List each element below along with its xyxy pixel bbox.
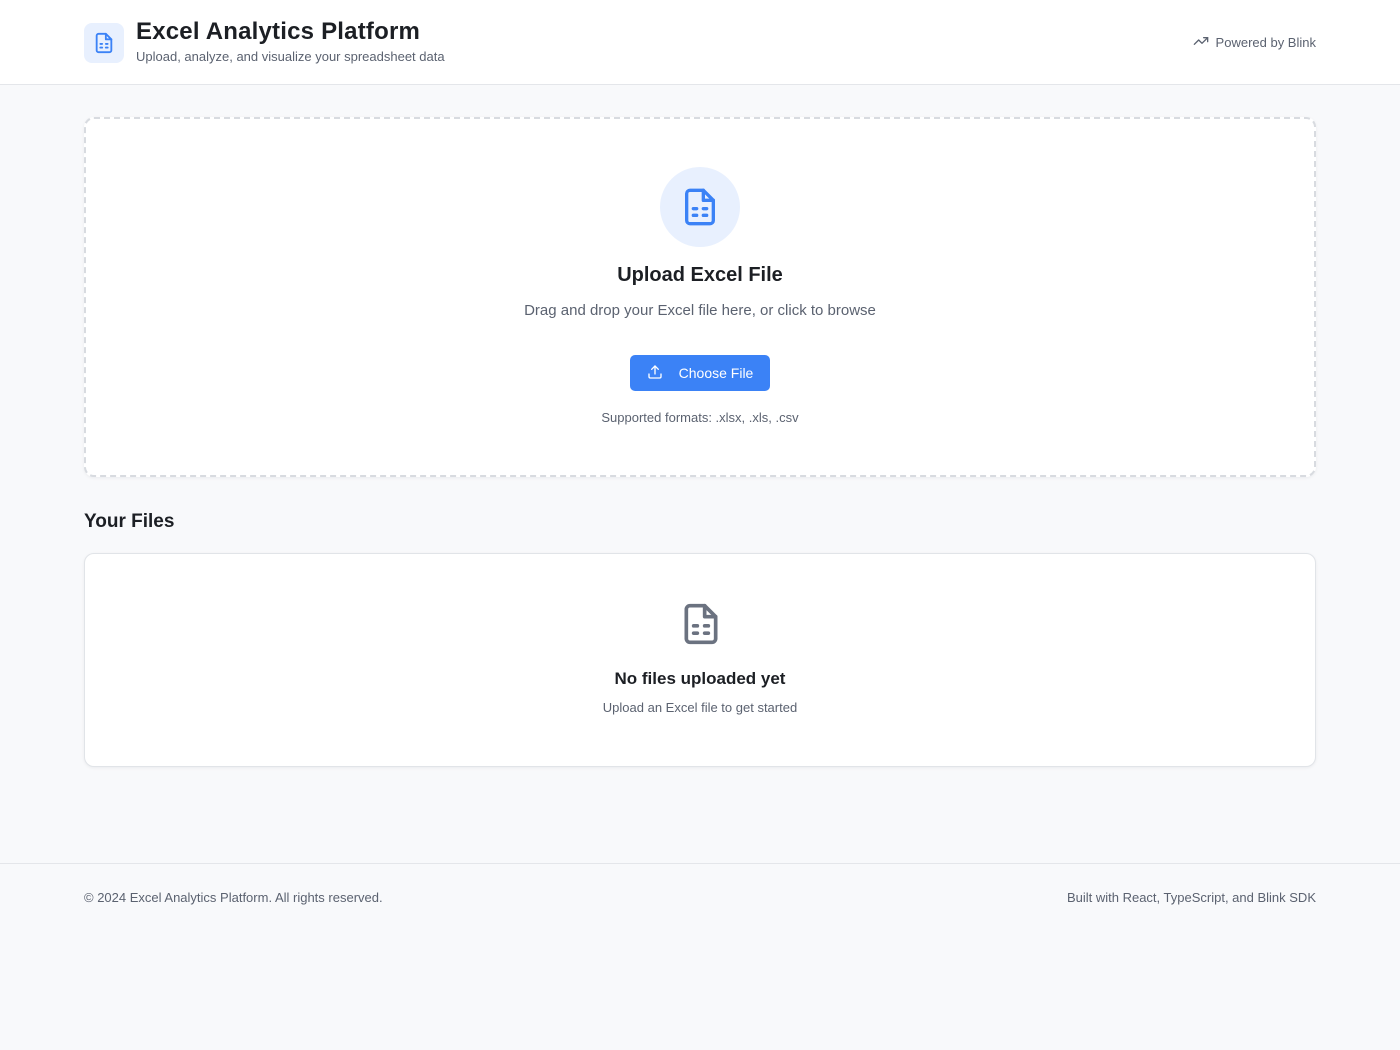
app-subtitle: Upload, analyze, and visualize your spre… bbox=[136, 49, 445, 64]
empty-state-description: Upload an Excel file to get started bbox=[602, 700, 798, 715]
powered-by[interactable]: Powered by Blink bbox=[1193, 33, 1316, 52]
files-heading: Your Files bbox=[84, 511, 175, 532]
spreadsheet-file-icon bbox=[660, 167, 740, 247]
app-title: Excel Analytics Platform bbox=[136, 18, 421, 45]
upload-title: Upload Excel File bbox=[617, 264, 783, 286]
footer-built-with: Built with React, TypeScript, and Blink … bbox=[1066, 890, 1316, 905]
app-header: Excel Analytics Platform Upload, analyze… bbox=[0, 0, 1400, 85]
trending-up-icon bbox=[1193, 33, 1216, 52]
brand-text: Excel Analytics Platform Upload, analyze… bbox=[136, 18, 445, 67]
upload-description: Drag and drop your Excel file here, or c… bbox=[524, 302, 876, 319]
spreadsheet-file-icon bbox=[84, 22, 124, 63]
powered-by-label: Powered by Blink bbox=[1215, 35, 1316, 50]
empty-state-title: No files uploaded yet bbox=[614, 669, 786, 688]
footer-copyright: © 2024 Excel Analytics Platform. All rig… bbox=[84, 890, 383, 905]
files-empty-state: No files uploaded yet Upload an Excel fi… bbox=[84, 553, 1316, 767]
choose-file-label: Choose File bbox=[678, 365, 754, 381]
upload-dropzone[interactable]: Upload Excel File Drag and drop your Exc… bbox=[84, 117, 1316, 477]
supported-formats: Supported formats: .xlsx, .xls, .csv bbox=[601, 410, 799, 425]
app-footer: © 2024 Excel Analytics Platform. All rig… bbox=[0, 863, 1400, 1050]
brand: Excel Analytics Platform Upload, analyze… bbox=[84, 18, 445, 67]
choose-file-button[interactable]: Choose File bbox=[630, 355, 770, 391]
upload-icon bbox=[647, 364, 679, 383]
spreadsheet-file-icon bbox=[679, 602, 723, 651]
